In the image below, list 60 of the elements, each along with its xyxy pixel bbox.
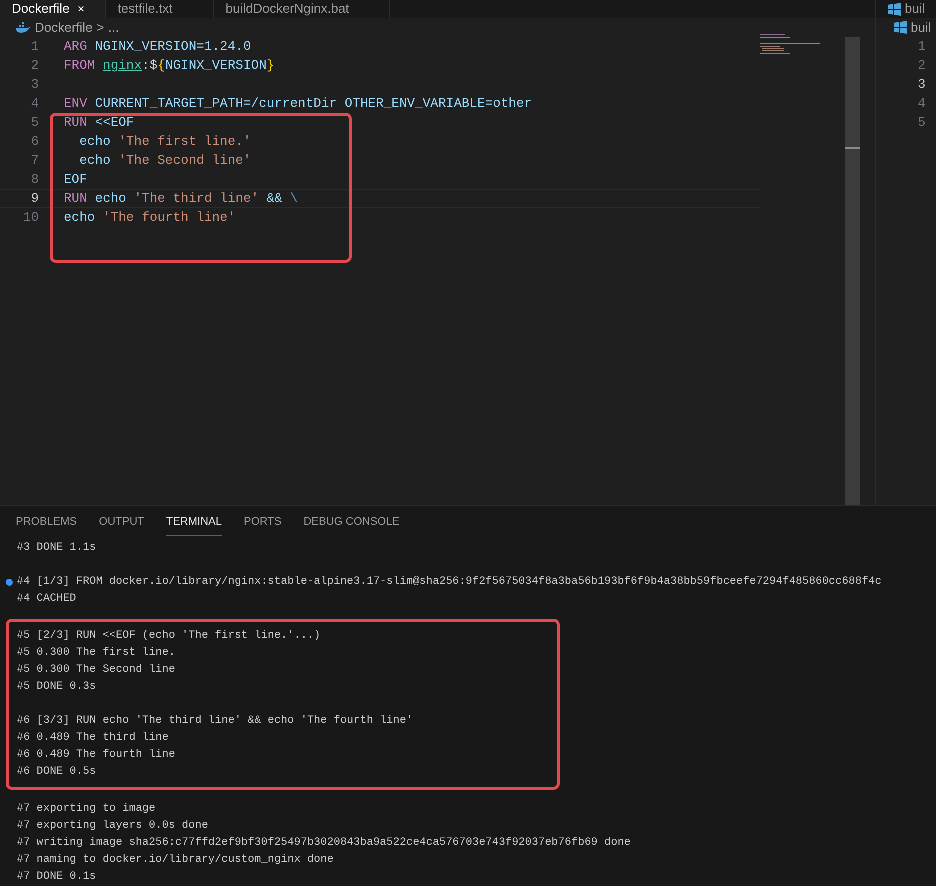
close-icon[interactable]: ×: [78, 1, 85, 17]
panel-tab[interactable]: PROBLEMS: [16, 510, 78, 536]
line-number: 5: [30, 114, 39, 132]
line-number: 10: [22, 208, 39, 227]
terminal-line: #6 0.489 The third line: [17, 731, 169, 746]
minimap-drawing: [760, 34, 822, 56]
terminal-line: #6 DONE 0.5s: [17, 765, 96, 780]
line-number: 3: [30, 76, 39, 94]
line-number: 4: [917, 95, 927, 113]
terminal-line: #4 [1/3] FROM docker.io/library/nginx:stable-alpine3.17-slim@sha256:9f2f5675034f8a3ba56b193bf6f9b4a38bb59fbceefe7294f485860cc688f4c: [17, 575, 882, 590]
breadcrumb-item[interactable]: buil: [911, 18, 932, 38]
line-number: 2: [30, 56, 39, 75]
line-number: 3: [917, 76, 927, 94]
code-line: echo 'The fourth line': [64, 208, 236, 227]
panel-tab[interactable]: DEBUG CONSOLE: [304, 510, 400, 536]
code-line: RUN <<EOF: [64, 114, 134, 132]
breadcrumb-item[interactable]: ...: [108, 18, 120, 38]
tab-label: buildDockerNginx.bat: [226, 1, 350, 17]
terminal-line: #4 CACHED: [17, 592, 76, 607]
code-line: echo 'The Second line': [78, 152, 252, 170]
line-number: 5: [917, 114, 927, 132]
terminal-line: #5 0.300 The first line.: [17, 646, 176, 661]
panel-tab[interactable]: PORTS: [244, 510, 282, 536]
terminal-line: #5 0.300 The Second line: [17, 663, 176, 678]
code-line: FROM nginx:${NGINX_VERSION}: [64, 56, 275, 75]
whale-icon: [15, 22, 31, 34]
terminal-line: #3 DONE 1.1s: [17, 541, 96, 556]
line-number: 1: [917, 38, 927, 56]
breadcrumb-item[interactable]: Dockerfile: [35, 18, 93, 38]
terminal-line: #5 [2/3] RUN <<EOF (echo 'The first line.'...): [17, 629, 321, 644]
tab-label: testfile.txt: [118, 1, 173, 17]
scrollbar[interactable]: [845, 37, 860, 505]
terminal-line: #5 DONE 0.3s: [17, 680, 96, 695]
editor-tab[interactable]: buildDockerNginx.bat: [214, 0, 390, 18]
terminal-line: #7 naming to docker.io/library/custom_nginx done: [17, 853, 334, 868]
windows-file-icon: [888, 2, 901, 16]
code-line: echo 'The first line.': [78, 132, 252, 151]
panel-tab[interactable]: OUTPUT: [99, 510, 144, 536]
tab-label: Dockerfile: [12, 1, 70, 17]
code-line: EOF: [64, 170, 88, 189]
line-number: 2: [917, 57, 927, 75]
windows-file-icon: [894, 21, 907, 34]
line-number: 8: [30, 170, 39, 189]
breadcrumb-separator: >: [96, 18, 104, 37]
line-number: 4: [30, 94, 39, 113]
terminal-line: #7 exporting to image: [17, 802, 156, 817]
panel-tab[interactable]: TERMINAL: [166, 510, 222, 536]
editor-tab[interactable]: Dockerfile ×: [0, 0, 106, 18]
terminal-line: #7 writing image sha256:c77ffd2ef9bf30f25497b3020843ba9a522ce4ca576703e743f92037eb76fb69 done: [17, 836, 631, 851]
line-number: 6: [30, 132, 39, 151]
code-line: RUN echo 'The third line' && \: [64, 190, 298, 208]
terminal-line: #6 0.489 The fourth line: [17, 748, 176, 763]
terminal-line: #7 exporting layers 0.0s done: [17, 819, 208, 834]
line-number: 9: [30, 190, 39, 208]
line-number: 7: [30, 152, 39, 170]
line-number: 1: [30, 38, 39, 56]
terminal-line: #7 DONE 0.1s: [17, 870, 96, 885]
code-line: ARG NGINX_VERSION=1.24.0: [64, 38, 252, 56]
code-line: ENV CURRENT_TARGET_PATH=/currentDir OTHER_ENV_VARIABLE=other: [64, 94, 532, 113]
terminal-line: #6 [3/3] RUN echo 'The third line' && echo 'The fourth line': [17, 714, 414, 729]
